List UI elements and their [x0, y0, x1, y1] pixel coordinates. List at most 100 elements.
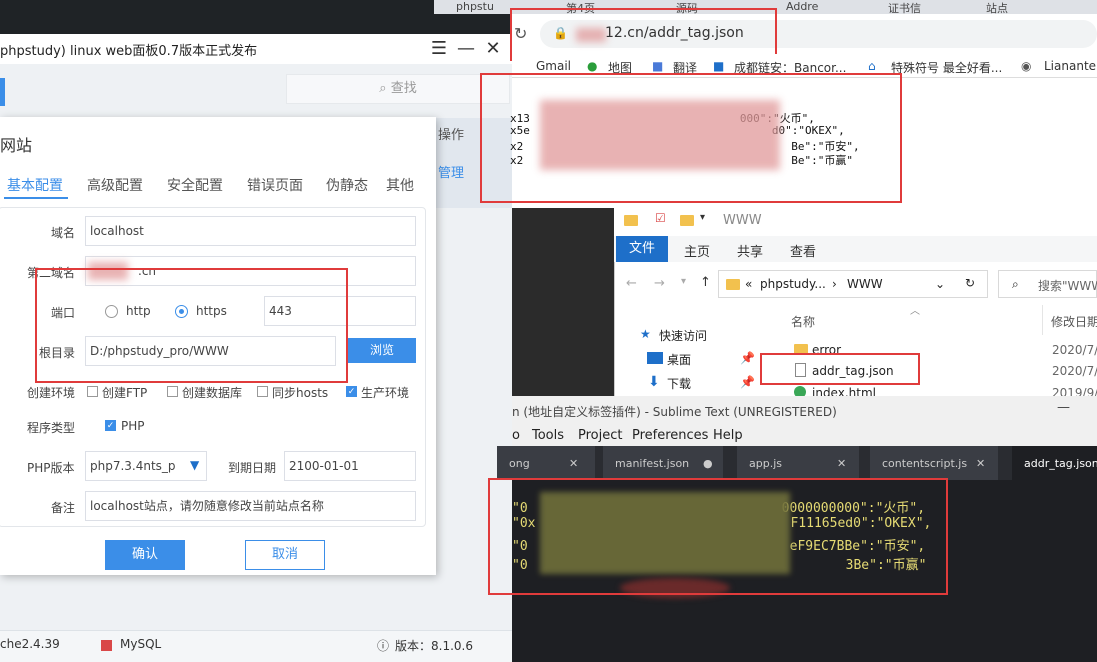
browse-button[interactable]: 浏览 — [348, 338, 416, 363]
column-name[interactable]: 名称 — [791, 313, 815, 330]
sublime-title: n (地址自定义标签插件) - Sublime Text (UNREGISTER… — [512, 405, 837, 419]
forward-arrow-icon[interactable]: → — [654, 276, 665, 291]
apache-status: che2.4.39 — [0, 637, 60, 651]
menu-tools[interactable]: Tools — [532, 428, 564, 443]
file-row-date: 2020/7/ — [1052, 364, 1097, 378]
breadcrumb-separator: › — [832, 277, 837, 291]
tab-error-pages[interactable]: 错误页面 — [247, 175, 303, 195]
create-ftp-checkbox[interactable] — [87, 386, 98, 397]
mysql-status: MySQL — [120, 637, 162, 651]
globe-icon: ◉ — [1021, 59, 1032, 73]
production-env-checkbox[interactable]: ✓ — [346, 386, 357, 397]
mysql-status-icon — [101, 640, 112, 651]
menu-help[interactable]: Help — [713, 428, 743, 443]
breadcrumb-phpstudy[interactable]: phpstudy... — [760, 277, 826, 291]
ribbon-home-tab[interactable]: 主页 — [684, 241, 710, 260]
domain-input[interactable]: localhost — [85, 216, 416, 246]
properties-icon[interactable]: ☑ — [655, 211, 666, 225]
expire-date-input[interactable]: 2100-01-01 — [284, 451, 416, 481]
minimize-icon[interactable]: — — [455, 38, 477, 60]
dialog-title: 网站 — [0, 136, 33, 155]
php-checkbox[interactable]: ✓ — [105, 420, 116, 431]
folder-icon — [726, 279, 740, 290]
menu-item[interactable]: o — [512, 428, 520, 443]
quick-access-star-icon: ★ — [640, 327, 651, 341]
tab-basic-config[interactable]: 基本配置 — [7, 175, 63, 195]
downloads-item[interactable]: 下载 — [667, 375, 691, 392]
bookmark-lianante[interactable]: Lianante — [1044, 59, 1096, 73]
back-arrow-icon[interactable]: ← — [626, 276, 637, 291]
download-icon: ⬇ — [648, 374, 660, 390]
chevron-down-icon[interactable]: ▼ — [190, 458, 199, 472]
remark-label: 备注 — [51, 501, 76, 515]
sort-up-icon: ︿ — [910, 306, 920, 317]
tab-security-config[interactable]: 安全配置 — [167, 175, 223, 195]
program-type-label: 程序类型 — [27, 421, 76, 435]
editor-tab-active[interactable]: addr_tag.json — [1012, 446, 1097, 480]
sync-hosts-checkbox[interactable] — [257, 386, 268, 397]
up-arrow-icon[interactable]: ↑ — [700, 275, 711, 290]
window-title: phpstudy) linux web面板0.7版本正式发布 — [0, 44, 258, 59]
breadcrumb-www[interactable]: WWW — [847, 277, 883, 291]
map-icon: ● — [587, 59, 598, 73]
browser-tab[interactable]: Addre — [786, 0, 826, 14]
editor-tab[interactable]: ong ✕ — [497, 446, 595, 480]
pin-icon: 📌 — [740, 351, 755, 365]
pin-icon: 📌 — [740, 375, 755, 389]
menu-project[interactable]: Project — [578, 428, 622, 443]
ribbon-file-tab[interactable]: 文件 — [616, 236, 668, 262]
breadcrumb-separator: « — [745, 277, 753, 291]
menu-preferences[interactable]: Preferences — [632, 428, 708, 443]
search-input[interactable]: ⌕ 查找 — [286, 74, 510, 104]
chevron-down-icon[interactable]: ⌄ — [935, 277, 945, 291]
cancel-button[interactable]: 取消 — [245, 540, 325, 570]
home-icon: ⌂ — [868, 59, 876, 73]
zhihu-icon: ■ — [713, 59, 725, 73]
recent-locations-icon[interactable]: ▾ — [681, 276, 686, 287]
search-placeholder: 查找 — [390, 81, 417, 96]
info-icon: ⓘ — [377, 639, 390, 653]
folder-icon — [680, 215, 694, 226]
php-version-value: php7.3.4nts_p — [90, 459, 176, 473]
editor-tab[interactable]: app.js ✕ — [737, 446, 859, 480]
file-row-date: 2020/7/ — [1052, 343, 1097, 357]
expire-date-label: 到期日期 — [228, 461, 277, 475]
column-divider — [1042, 305, 1043, 335]
ribbon-share-tab[interactable]: 共享 — [737, 241, 763, 260]
browser-tab[interactable]: 证书信 — [888, 0, 928, 14]
bookmark-gmail[interactable]: Gmail — [536, 59, 571, 73]
explorer-title: WWW — [723, 213, 762, 228]
column-modified[interactable]: 修改日期 — [1051, 313, 1097, 330]
desktop-item[interactable]: 桌面 — [667, 351, 691, 368]
create-db-checkbox[interactable] — [167, 386, 178, 397]
folder-icon — [624, 215, 638, 226]
annotation-box-code — [488, 478, 948, 595]
browser-tab[interactable]: phpstu — [456, 0, 516, 14]
annotation-box-port — [35, 268, 348, 383]
quick-access-item[interactable]: 快速访问 — [659, 327, 707, 344]
production-env-label: 生产环境 — [361, 386, 410, 400]
operation-header: 操作 — [438, 128, 465, 143]
editor-tab[interactable]: manifest.json ● — [603, 446, 723, 480]
refresh-icon[interactable]: ↻ — [965, 276, 975, 290]
search-icon: ⌕ — [379, 81, 387, 96]
bookmark-symbols[interactable]: 特殊符号 最全好看... — [891, 59, 1002, 76]
tab-rewrite[interactable]: 伪静态 — [326, 175, 368, 195]
minimize-icon[interactable]: — — [1057, 400, 1070, 415]
confirm-button[interactable]: 确认 — [105, 540, 185, 570]
create-ftp-label: 创建FTP — [102, 386, 148, 400]
remark-input[interactable]: localhost站点，请勿随意修改当前站点名称 — [85, 491, 416, 521]
tab-advanced-config[interactable]: 高级配置 — [87, 175, 143, 195]
tab-other[interactable]: 其他 — [386, 175, 414, 195]
manage-link[interactable]: 管理 — [438, 162, 464, 181]
desktop-icon — [647, 352, 663, 364]
close-icon[interactable]: ✕ — [482, 38, 504, 60]
editor-tab[interactable]: contentscript.js ✕ — [870, 446, 998, 480]
browser-tab[interactable]: 站点 — [986, 0, 1026, 14]
chevron-down-icon[interactable]: ▾ — [700, 212, 705, 223]
menu-icon[interactable]: ☰ — [428, 38, 450, 60]
php-version-select[interactable]: php7.3.4nts_p — [85, 451, 207, 481]
explorer-search-placeholder: 搜索"WWW — [1038, 279, 1097, 293]
ribbon-view-tab[interactable]: 查看 — [790, 241, 816, 260]
php-version-label: PHP版本 — [27, 461, 75, 475]
